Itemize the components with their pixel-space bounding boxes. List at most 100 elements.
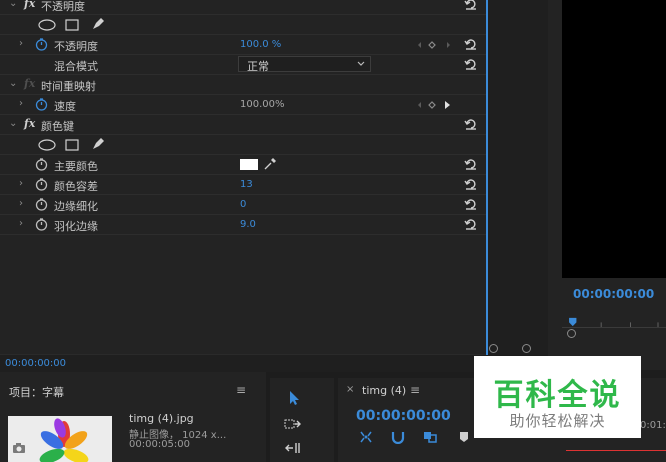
time-remap-group-header[interactable]: ⌄ fx 时间重映射 — [0, 75, 486, 95]
reset-icon[interactable] — [464, 117, 478, 131]
opacity-value[interactable]: 100.0 % — [240, 39, 281, 50]
feather-value[interactable]: 9.0 — [240, 219, 256, 230]
close-icon[interactable]: × — [346, 384, 354, 395]
color-tolerance-value[interactable]: 13 — [240, 179, 253, 190]
timeline-timecode[interactable]: 00:00:00:00 — [356, 408, 451, 424]
chevron-right-icon[interactable]: › — [19, 38, 29, 50]
opacity-group-header[interactable]: ⌄ fx 不透明度 — [0, 0, 486, 15]
stopwatch-icon[interactable] — [35, 38, 48, 51]
sequence-tab[interactable]: timg (4) — [362, 384, 406, 397]
key-color-label: 主要颜色 — [54, 160, 98, 173]
reset-icon[interactable] — [464, 197, 478, 211]
reset-icon[interactable] — [464, 217, 478, 231]
stopwatch-icon[interactable] — [35, 198, 48, 211]
tools-panel — [270, 378, 334, 462]
project-panel: 项目：字幕 ≡ timg (4).jpg 静止图像， 1024 x... 00:… — [0, 372, 266, 462]
keyframe-navigator-icon[interactable] — [414, 40, 454, 50]
mask-tools-row — [0, 15, 486, 35]
panel-menu-icon[interactable]: ≡ — [236, 383, 246, 397]
media-thumbnail[interactable] — [8, 416, 112, 462]
effect-controls-timecode[interactable]: 00:00:00:00 — [5, 358, 66, 369]
scroll-handle-left[interactable] — [489, 344, 498, 353]
reset-icon[interactable] — [464, 157, 478, 171]
media-file-duration: 00:00:05:00 — [129, 439, 191, 450]
stopwatch-icon[interactable] — [35, 158, 48, 171]
rectangle-mask-icon[interactable] — [65, 139, 79, 151]
color-tolerance-label: 颜色容差 — [54, 180, 98, 193]
color-tolerance-row: › 颜色容差 13 — [0, 175, 486, 195]
scroll-handle-left[interactable] — [567, 329, 576, 338]
scroll-handle-right[interactable] — [522, 344, 531, 353]
program-monitor-timecode[interactable]: 00:00:00:00 — [573, 287, 654, 301]
project-panel-title[interactable]: 项目：字幕 — [9, 384, 64, 400]
opacity-label: 不透明度 — [54, 40, 98, 53]
rectangle-mask-icon[interactable] — [65, 19, 79, 31]
add-marker-icon[interactable] — [456, 430, 472, 444]
speed-value: 100.00% — [240, 99, 285, 110]
watermark-title: 百科全说 — [493, 378, 622, 413]
flower-thumbnail-image — [8, 416, 112, 462]
reset-icon[interactable] — [464, 37, 478, 51]
panel-menu-icon[interactable]: ≡ — [410, 383, 420, 397]
ellipse-mask-icon[interactable] — [38, 19, 56, 31]
color-key-mask-tools-row — [0, 135, 486, 155]
chevron-right-icon[interactable]: › — [19, 198, 29, 210]
stopwatch-icon[interactable] — [35, 218, 48, 231]
reset-icon[interactable] — [464, 57, 478, 71]
watermark-subtitle: 助你轻松解决 — [509, 412, 606, 430]
effect-controls-timecode-bar: 00:00:00:00 — [0, 354, 486, 372]
stopwatch-icon[interactable] — [35, 98, 48, 111]
snap-icon[interactable] — [390, 430, 406, 444]
work-area-bar[interactable] — [566, 450, 666, 462]
speed-property-row: › 速度 100.00% — [0, 95, 486, 115]
fx-icon[interactable]: fx — [24, 117, 35, 130]
feather-row: › 羽化边缘 9.0 — [0, 215, 486, 235]
color-key-group-label: 颜色键 — [41, 120, 74, 133]
selection-tool-icon[interactable] — [286, 390, 304, 406]
edge-thin-value[interactable]: 0 — [240, 199, 246, 210]
timeline-ruler-label: 0:01:00 — [640, 420, 666, 431]
edge-thin-row: › 边缘细化 0 — [0, 195, 486, 215]
nest-sequence-icon[interactable] — [358, 430, 374, 444]
pen-mask-icon[interactable] — [91, 137, 105, 151]
chevron-right-icon[interactable]: › — [19, 98, 29, 110]
fx-icon: fx — [24, 77, 36, 90]
chevron-right-icon[interactable]: › — [19, 178, 29, 190]
ellipse-mask-icon[interactable] — [38, 139, 56, 151]
pen-mask-icon[interactable] — [91, 17, 105, 31]
program-monitor-viewer[interactable] — [562, 0, 666, 278]
blend-mode-dropdown[interactable]: 正常 — [238, 56, 371, 73]
effect-controls-panel: ⌄ fx 不透明度 › 不透明度 100.0 % 混合模式 正常 ⌄ fx 时间… — [0, 0, 486, 355]
opacity-group-label: 不透明度 — [41, 0, 85, 13]
watermark-logo: 百科全说 助你轻松解决 — [474, 356, 641, 438]
key-color-swatch[interactable] — [240, 159, 258, 170]
track-select-tool-icon[interactable] — [284, 416, 302, 432]
opacity-property-row: › 不透明度 100.0 % — [0, 35, 486, 55]
mini-timeline-scrollbar[interactable] — [486, 340, 548, 354]
color-key-group-header[interactable]: ⌄ fx 颜色键 — [0, 115, 486, 135]
program-monitor-scrollbar[interactable] — [562, 325, 666, 339]
speed-label: 速度 — [54, 100, 76, 113]
blend-mode-label: 混合模式 — [54, 60, 98, 73]
eyedropper-icon[interactable] — [263, 157, 277, 171]
stopwatch-icon[interactable] — [35, 178, 48, 191]
time-remap-group-label: 时间重映射 — [41, 80, 96, 93]
ripple-edit-tool-icon[interactable] — [284, 440, 302, 456]
camera-icon — [13, 443, 25, 453]
blend-mode-value: 正常 — [247, 60, 269, 73]
reset-icon[interactable] — [464, 0, 478, 11]
feather-label: 羽化边缘 — [54, 220, 98, 233]
effect-mini-timeline[interactable] — [486, 0, 548, 355]
reset-icon[interactable] — [464, 177, 478, 191]
fx-icon[interactable]: fx — [24, 0, 35, 10]
chevron-down-icon[interactable]: ⌄ — [9, 0, 19, 10]
key-color-row: 主要颜色 — [0, 155, 486, 175]
chevron-right-icon[interactable]: › — [19, 218, 29, 230]
edge-thin-label: 边缘细化 — [54, 200, 98, 213]
linked-selection-icon[interactable] — [422, 430, 438, 444]
blend-mode-row: 混合模式 正常 — [0, 55, 486, 75]
keyframe-navigator-icon[interactable] — [414, 100, 454, 110]
media-file-name[interactable]: timg (4).jpg — [129, 412, 194, 425]
chevron-down-icon[interactable]: ⌄ — [9, 118, 19, 130]
chevron-down-icon[interactable]: ⌄ — [9, 78, 19, 90]
